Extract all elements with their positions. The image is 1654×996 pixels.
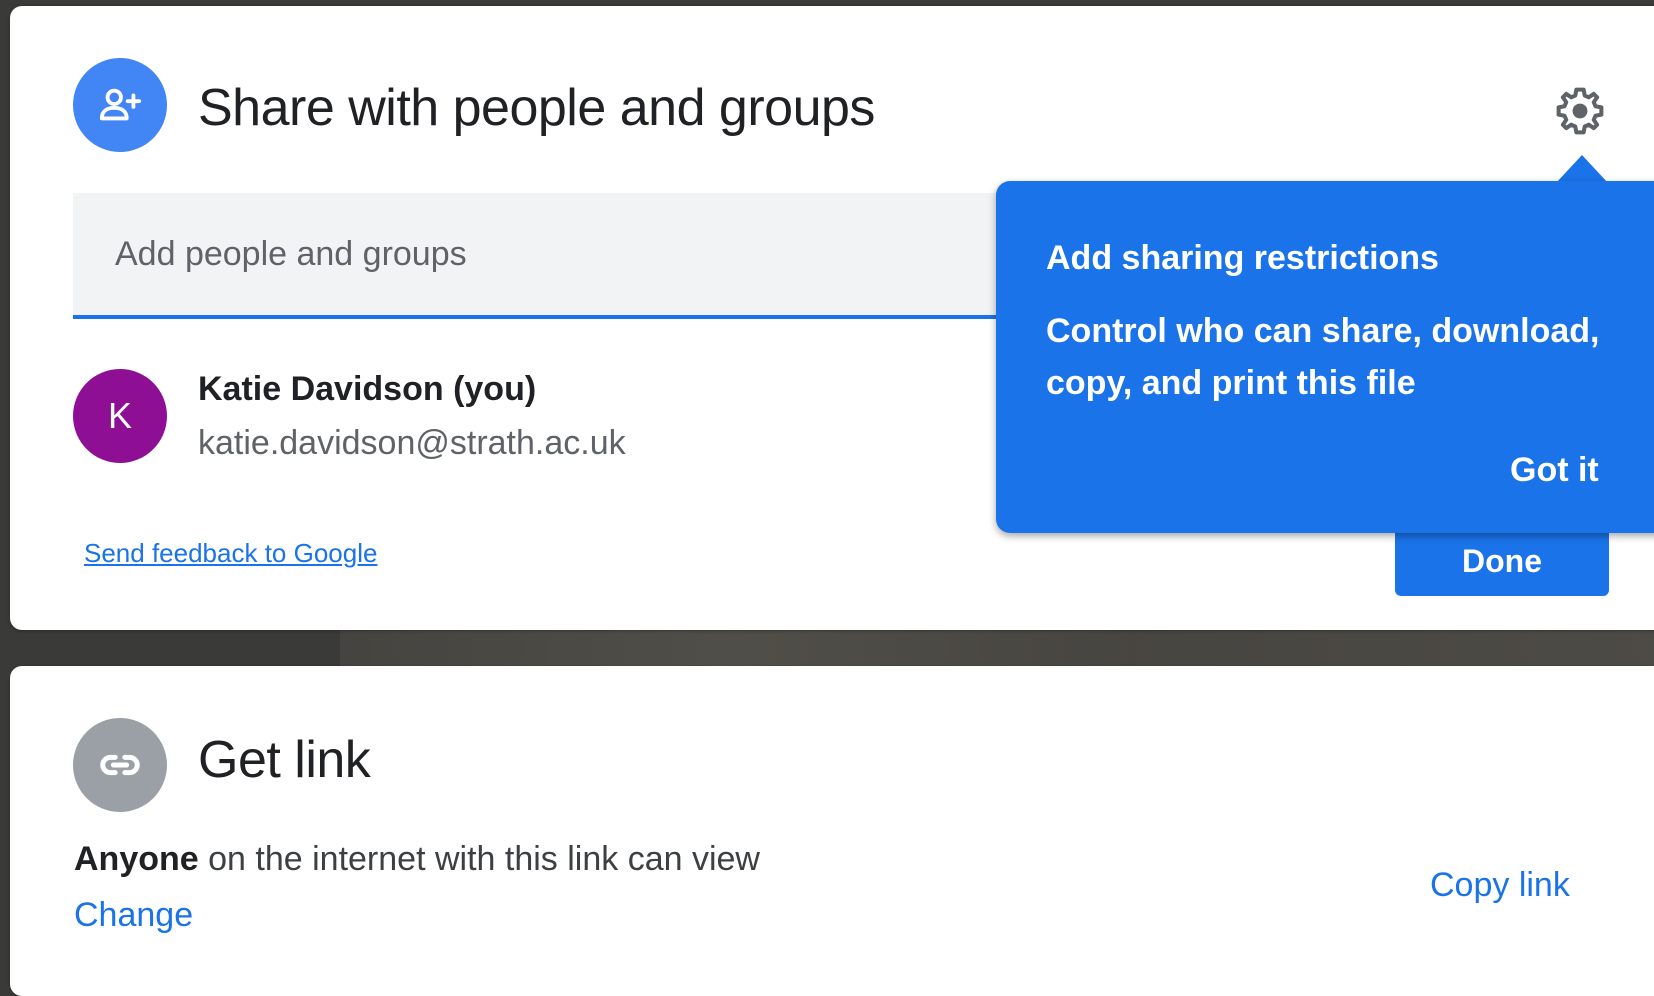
change-access-link[interactable]: Change — [74, 896, 193, 935]
person-name: Katie Davidson (you) — [198, 370, 537, 408]
copy-link-button[interactable]: Copy link — [1430, 866, 1570, 905]
tooltip-title: Add sharing restrictions — [1046, 239, 1439, 277]
avatar: K — [73, 369, 167, 463]
sharing-restrictions-tooltip: Add sharing restrictions Control who can… — [996, 181, 1654, 533]
link-access-description: Anyone on the internet with this link ca… — [74, 840, 760, 879]
get-link-panel: Get link Anyone on the internet with thi… — [10, 666, 1654, 996]
get-link-title: Get link — [198, 731, 371, 789]
person-email: katie.davidson@strath.ac.uk — [198, 424, 626, 462]
gear-icon[interactable] — [1550, 81, 1610, 141]
link-access-scope: Anyone — [74, 840, 199, 878]
link-icon — [73, 718, 167, 812]
person-add-icon — [73, 58, 167, 152]
share-dialog-title: Share with people and groups — [198, 79, 875, 137]
send-feedback-link[interactable]: Send feedback to Google — [84, 538, 377, 569]
link-access-rest: on the internet with this link can view — [198, 840, 760, 878]
got-it-button[interactable]: Got it — [1510, 451, 1599, 490]
tooltip-arrow — [1556, 155, 1608, 183]
add-people-input[interactable] — [73, 193, 1053, 315]
tooltip-body: Control who can share, download, copy, a… — [1046, 312, 1600, 402]
done-button[interactable]: Done — [1395, 526, 1609, 596]
add-people-field[interactable] — [73, 193, 1053, 319]
